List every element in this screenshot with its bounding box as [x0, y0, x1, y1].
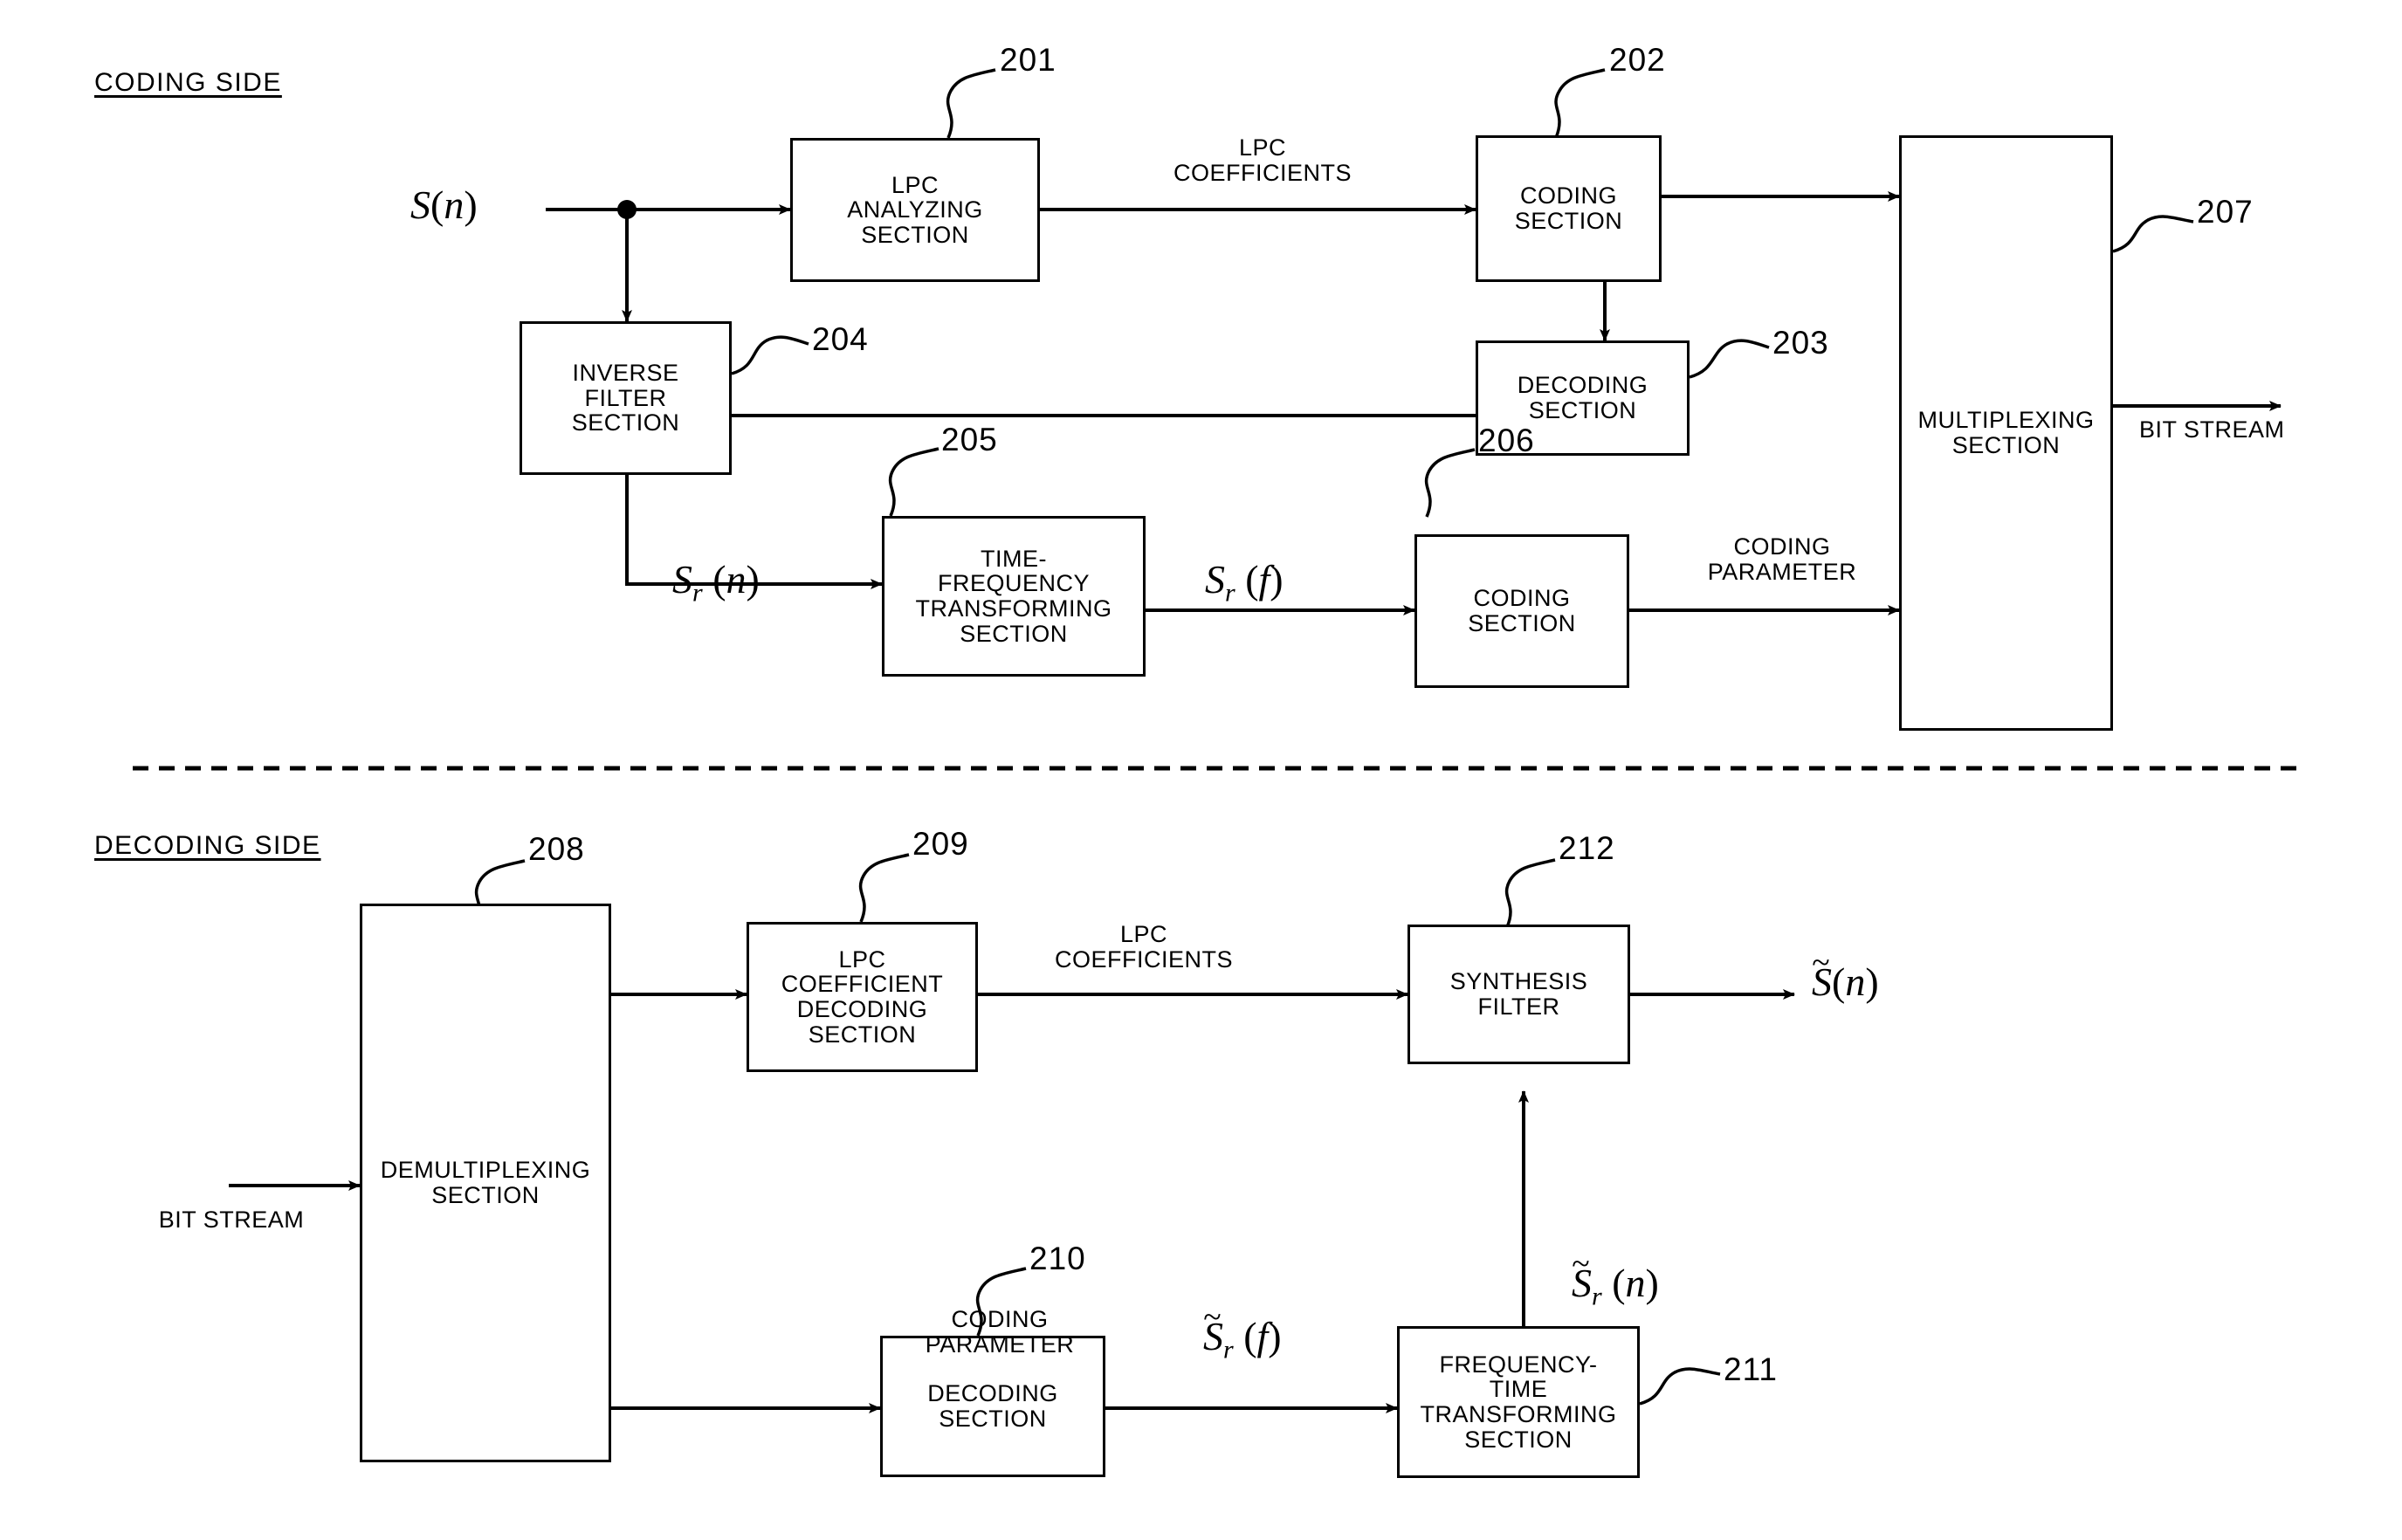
ref-number-212: 212	[1559, 830, 1615, 866]
ref-number-207: 207	[2197, 194, 2254, 230]
ref-number-204: 204	[812, 321, 869, 357]
ref-number-202: 202	[1609, 42, 1666, 78]
signal-input-sn: S(n)	[410, 182, 478, 227]
label-lpc-coefficients-coding: LPC COEFFICIENTS	[1173, 134, 1352, 186]
signal-decoded-freq-srf: S ~ r (f)	[1203, 1298, 1282, 1365]
label-coding-parameter-coding: CODING PARAMETER	[1707, 533, 1857, 585]
ref-number-206: 206	[1478, 423, 1535, 458]
ref-number-210: 210	[1029, 1241, 1086, 1276]
label-lpc-coefficients-decoding: LPC COEFFICIENTS	[1054, 921, 1233, 973]
signal-output-sn: S ~ (n)	[1812, 944, 1879, 1004]
block-demultiplexing-section[interactable]: DEMULTIPLEXING SECTION	[360, 904, 611, 1462]
signal-residual-time-srn: Sr (n)	[672, 557, 760, 608]
patent-figure-canvas: CODING SIDE DECODING SIDE LPC ANALYZING …	[0, 0, 2402, 1540]
ref-number-211: 211	[1724, 1351, 1778, 1387]
block-multiplexing-section[interactable]: MULTIPLEXING SECTION	[1899, 135, 2113, 731]
ref-number-209: 209	[912, 826, 969, 862]
ref-number-203: 203	[1772, 325, 1829, 361]
ref-number-201: 201	[1000, 42, 1056, 78]
block-coding-section-206[interactable]: CODING SECTION	[1414, 534, 1629, 688]
label-bit-stream-in: BIT STREAM	[158, 1207, 305, 1233]
block-frequency-time-transforming-section[interactable]: FREQUENCY- TIME TRANSFORMING SECTION	[1397, 1326, 1640, 1478]
signal-decoded-time-srn: S ~ r (n)	[1572, 1245, 1659, 1311]
label-coding-parameter-decoding: CODING PARAMETER	[925, 1306, 1075, 1358]
coding-side-title: CODING SIDE	[94, 68, 282, 97]
block-time-frequency-transforming-section[interactable]: TIME- FREQUENCY TRANSFORMING SECTION	[882, 516, 1146, 677]
block-coding-section-202[interactable]: CODING SECTION	[1476, 135, 1662, 282]
block-lpc-analyzing-section[interactable]: LPC ANALYZING SECTION	[790, 138, 1040, 282]
block-lpc-coefficient-decoding-section[interactable]: LPC COEFFICIENT DECODING SECTION	[747, 922, 978, 1072]
signal-residual-freq-srf: Sr (f)	[1205, 557, 1284, 608]
ref-number-208: 208	[528, 831, 585, 867]
block-synthesis-filter[interactable]: SYNTHESIS FILTER	[1407, 925, 1630, 1064]
ref-number-205: 205	[941, 422, 998, 457]
decoding-side-title: DECODING SIDE	[94, 831, 321, 860]
label-bit-stream-out: BIT STREAM	[2139, 416, 2285, 443]
block-inverse-filter-section[interactable]: INVERSE FILTER SECTION	[520, 321, 732, 475]
